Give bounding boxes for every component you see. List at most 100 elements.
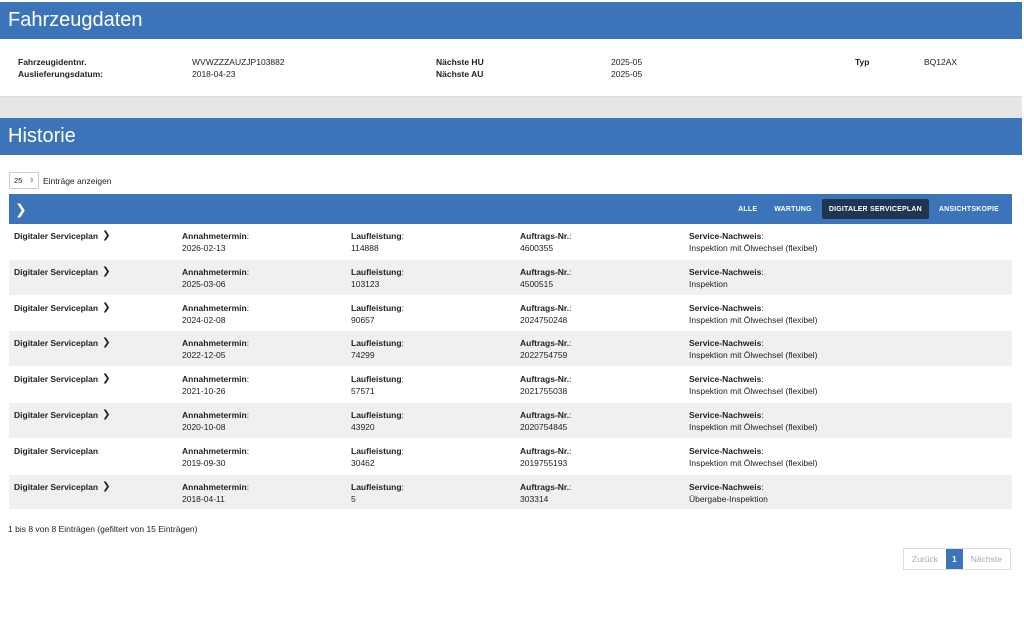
row-order-label: Auftrags-Nr. xyxy=(520,445,570,456)
row-date-label: Annahmetermin xyxy=(182,302,247,313)
chevron-right-icon: ❯ xyxy=(102,337,111,349)
row-type-label: Digitaler Serviceplan xyxy=(14,374,99,385)
entries-length-label: Einträge anzeigen xyxy=(43,175,112,186)
row-proof-cell: Service-Nachweis: Inspektion mit Ölwechse… xyxy=(689,409,818,432)
row-mileage-cell: Laufleistung: 114888 xyxy=(351,231,404,253)
pagination-page-1[interactable]: 1 xyxy=(945,549,963,569)
row-order-label: Auftrags-Nr. xyxy=(520,409,570,420)
fin-value: WVWZZZAUZJP103882 xyxy=(192,57,285,67)
row-proof-value: Inspektion xyxy=(689,278,728,289)
row-mileage-label: Laufleistung xyxy=(351,338,402,349)
row-order-value: 2021755038 xyxy=(520,386,568,397)
row-mileage-label: Laufleistung xyxy=(351,409,402,420)
row-type-link[interactable]: Digitaler Serviceplan xyxy=(14,445,102,457)
row-order-cell: Auftrags-Nr.: 2019755193 xyxy=(520,445,572,468)
row-date-value: 2018-04-11 xyxy=(182,493,225,504)
table-row: Digitaler Serviceplan ❯ Annahmetermin: 2025… xyxy=(9,259,1012,296)
row-order-value: 2020754845 xyxy=(520,421,568,432)
row-date-label: Annahmetermin xyxy=(182,445,247,456)
pagination-next-button[interactable]: Nächste xyxy=(963,549,1010,569)
row-date-cell: Annahmetermin: 2022-12-05 xyxy=(182,338,250,361)
filter-all-button[interactable]: ALLE xyxy=(731,199,764,219)
chevron-right-icon: ❯ xyxy=(102,480,111,492)
vehicle-data-header: Fahrzeugdaten xyxy=(0,2,1022,39)
row-mileage-cell: Laufleistung: 43920 xyxy=(351,409,404,432)
row-proof-label: Service-Nachweis xyxy=(689,266,762,277)
row-type-link[interactable]: Digitaler Serviceplan ❯ xyxy=(14,230,110,242)
table-row: Digitaler Serviceplan ❯ Annahmetermin: 2018… xyxy=(9,474,1012,511)
row-proof-value: Inspektion mit Ölwechsel (flexibel) xyxy=(689,386,818,397)
vehicle-data-title: Fahrzeugdaten xyxy=(8,9,143,31)
row-order-value: 2024750248 xyxy=(520,314,568,325)
row-type-link[interactable]: Digitaler Serviceplan ❯ xyxy=(14,481,110,493)
vehicle-data-panel: Fahrzeugidentnr. Auslieferungsdatum: WVW… xyxy=(0,39,1022,97)
chevron-right-icon: ❯ xyxy=(102,373,111,385)
entries-length-control: 25 ⇕ Einträge anzeigen xyxy=(9,172,112,189)
pagination-prev-button[interactable]: Zurück xyxy=(904,549,946,569)
row-proof-cell: Service-Nachweis: Inspektion xyxy=(689,266,764,289)
row-proof-label: Service-Nachweis xyxy=(689,409,762,420)
row-date-label: Annahmetermin xyxy=(182,231,247,241)
row-date-value: 2026-02-13 xyxy=(182,243,226,253)
filter-view-copy-button[interactable]: ANSICHTSKOPIE xyxy=(932,199,1006,219)
row-mileage-value: 103123 xyxy=(351,278,380,289)
pagination: Zurück 1 Nächste xyxy=(903,548,1011,570)
row-order-label: Auftrags-Nr. xyxy=(520,302,570,313)
row-type-label: Digitaler Serviceplan xyxy=(14,302,99,313)
row-date-label: Annahmetermin xyxy=(182,409,247,420)
row-type-link[interactable]: Digitaler Serviceplan ❯ xyxy=(14,302,110,314)
row-proof-cell: Service-Nachweis: Inspektion mit Ölwechse… xyxy=(689,231,818,253)
hu-label: Nächste HU xyxy=(436,57,484,67)
row-proof-label: Service-Nachweis xyxy=(689,445,762,456)
row-date-value: 2025-03-06 xyxy=(182,278,226,289)
row-order-cell: Auftrags-Nr.: 2021755038 xyxy=(520,374,572,397)
row-date-cell: Annahmetermin: 2020-10-08 xyxy=(182,409,250,432)
table-row: Digitaler Serviceplan Annahmetermin: 2019-… xyxy=(9,438,1012,475)
row-type-link[interactable]: Digitaler Serviceplan ❯ xyxy=(14,373,110,385)
delivery-value: 2018-04-23 xyxy=(192,69,236,79)
row-proof-cell: Service-Nachweis: Übergabe-Inspektion xyxy=(689,481,768,504)
row-mileage-value: 5 xyxy=(351,493,356,504)
history-title: Historie xyxy=(8,125,76,147)
row-type-label: Digitaler Serviceplan xyxy=(14,266,99,277)
row-order-label: Auftrags-Nr. xyxy=(520,481,570,492)
row-date-value: 2022-12-05 xyxy=(182,350,226,361)
entries-length-select[interactable]: 25 ⇕ xyxy=(9,172,39,189)
row-proof-cell: Service-Nachweis: Inspektion mit Ölwechse… xyxy=(689,338,818,361)
chevron-right-icon: ❯ xyxy=(102,230,111,241)
au-label: Nächste AU xyxy=(436,69,484,79)
row-mileage-value: 74299 xyxy=(351,350,375,361)
row-order-cell: Auftrags-Nr.: 4500515 xyxy=(520,266,572,289)
history-table: Digitaler Serviceplan ❯ Annahmetermin: 2026… xyxy=(9,224,1012,511)
row-proof-value: Inspektion mit Ölwechsel (flexibel) xyxy=(689,457,818,468)
table-row: Digitaler Serviceplan ❯ Annahmetermin: 2021… xyxy=(9,367,1012,403)
row-type-link[interactable]: Digitaler Serviceplan ❯ xyxy=(14,337,110,349)
hu-value: 2025-05 xyxy=(611,57,643,67)
row-mileage-cell: Laufleistung: 103123 xyxy=(351,266,404,289)
row-mileage-value: 30462 xyxy=(351,457,375,468)
filter-digital-serviceplan-button[interactable]: DIGITALER SERVICEPLAN xyxy=(821,199,929,219)
row-type-link[interactable]: Digitaler Serviceplan ❯ xyxy=(14,266,110,278)
row-type-label: Digitaler Serviceplan xyxy=(14,481,99,492)
row-mileage-label: Laufleistung xyxy=(351,374,402,385)
row-order-label: Auftrags-Nr. xyxy=(520,231,570,241)
expand-chevron-icon[interactable]: ❯ xyxy=(15,201,27,218)
row-date-cell: Annahmetermin: 2026-02-13 xyxy=(182,231,250,253)
row-type-label: Digitaler Serviceplan xyxy=(14,445,99,456)
row-date-label: Annahmetermin xyxy=(182,481,247,492)
type-label: Typ xyxy=(855,57,870,67)
row-date-value: 2024-02-08 xyxy=(182,314,226,325)
row-order-value: 303314 xyxy=(520,493,549,504)
row-proof-cell: Service-Nachweis: Inspektion mit Ölwechse… xyxy=(689,445,818,468)
row-order-cell: Auftrags-Nr.: 4600355 xyxy=(520,231,572,253)
chevron-right-icon: ❯ xyxy=(102,301,111,313)
row-proof-value: Übergabe-Inspektion xyxy=(689,493,768,504)
row-mileage-value: 57571 xyxy=(351,386,375,397)
row-order-label: Auftrags-Nr. xyxy=(520,338,570,349)
chevron-right-icon: ❯ xyxy=(102,265,111,277)
row-mileage-label: Laufleistung xyxy=(351,481,402,492)
row-type-link[interactable]: Digitaler Serviceplan ❯ xyxy=(14,409,110,421)
row-order-cell: Auftrags-Nr.: 303314 xyxy=(520,481,572,504)
row-proof-cell: Service-Nachweis: Inspektion mit Ölwechse… xyxy=(689,374,818,397)
filter-maintenance-button[interactable]: WARTUNG xyxy=(767,199,819,219)
